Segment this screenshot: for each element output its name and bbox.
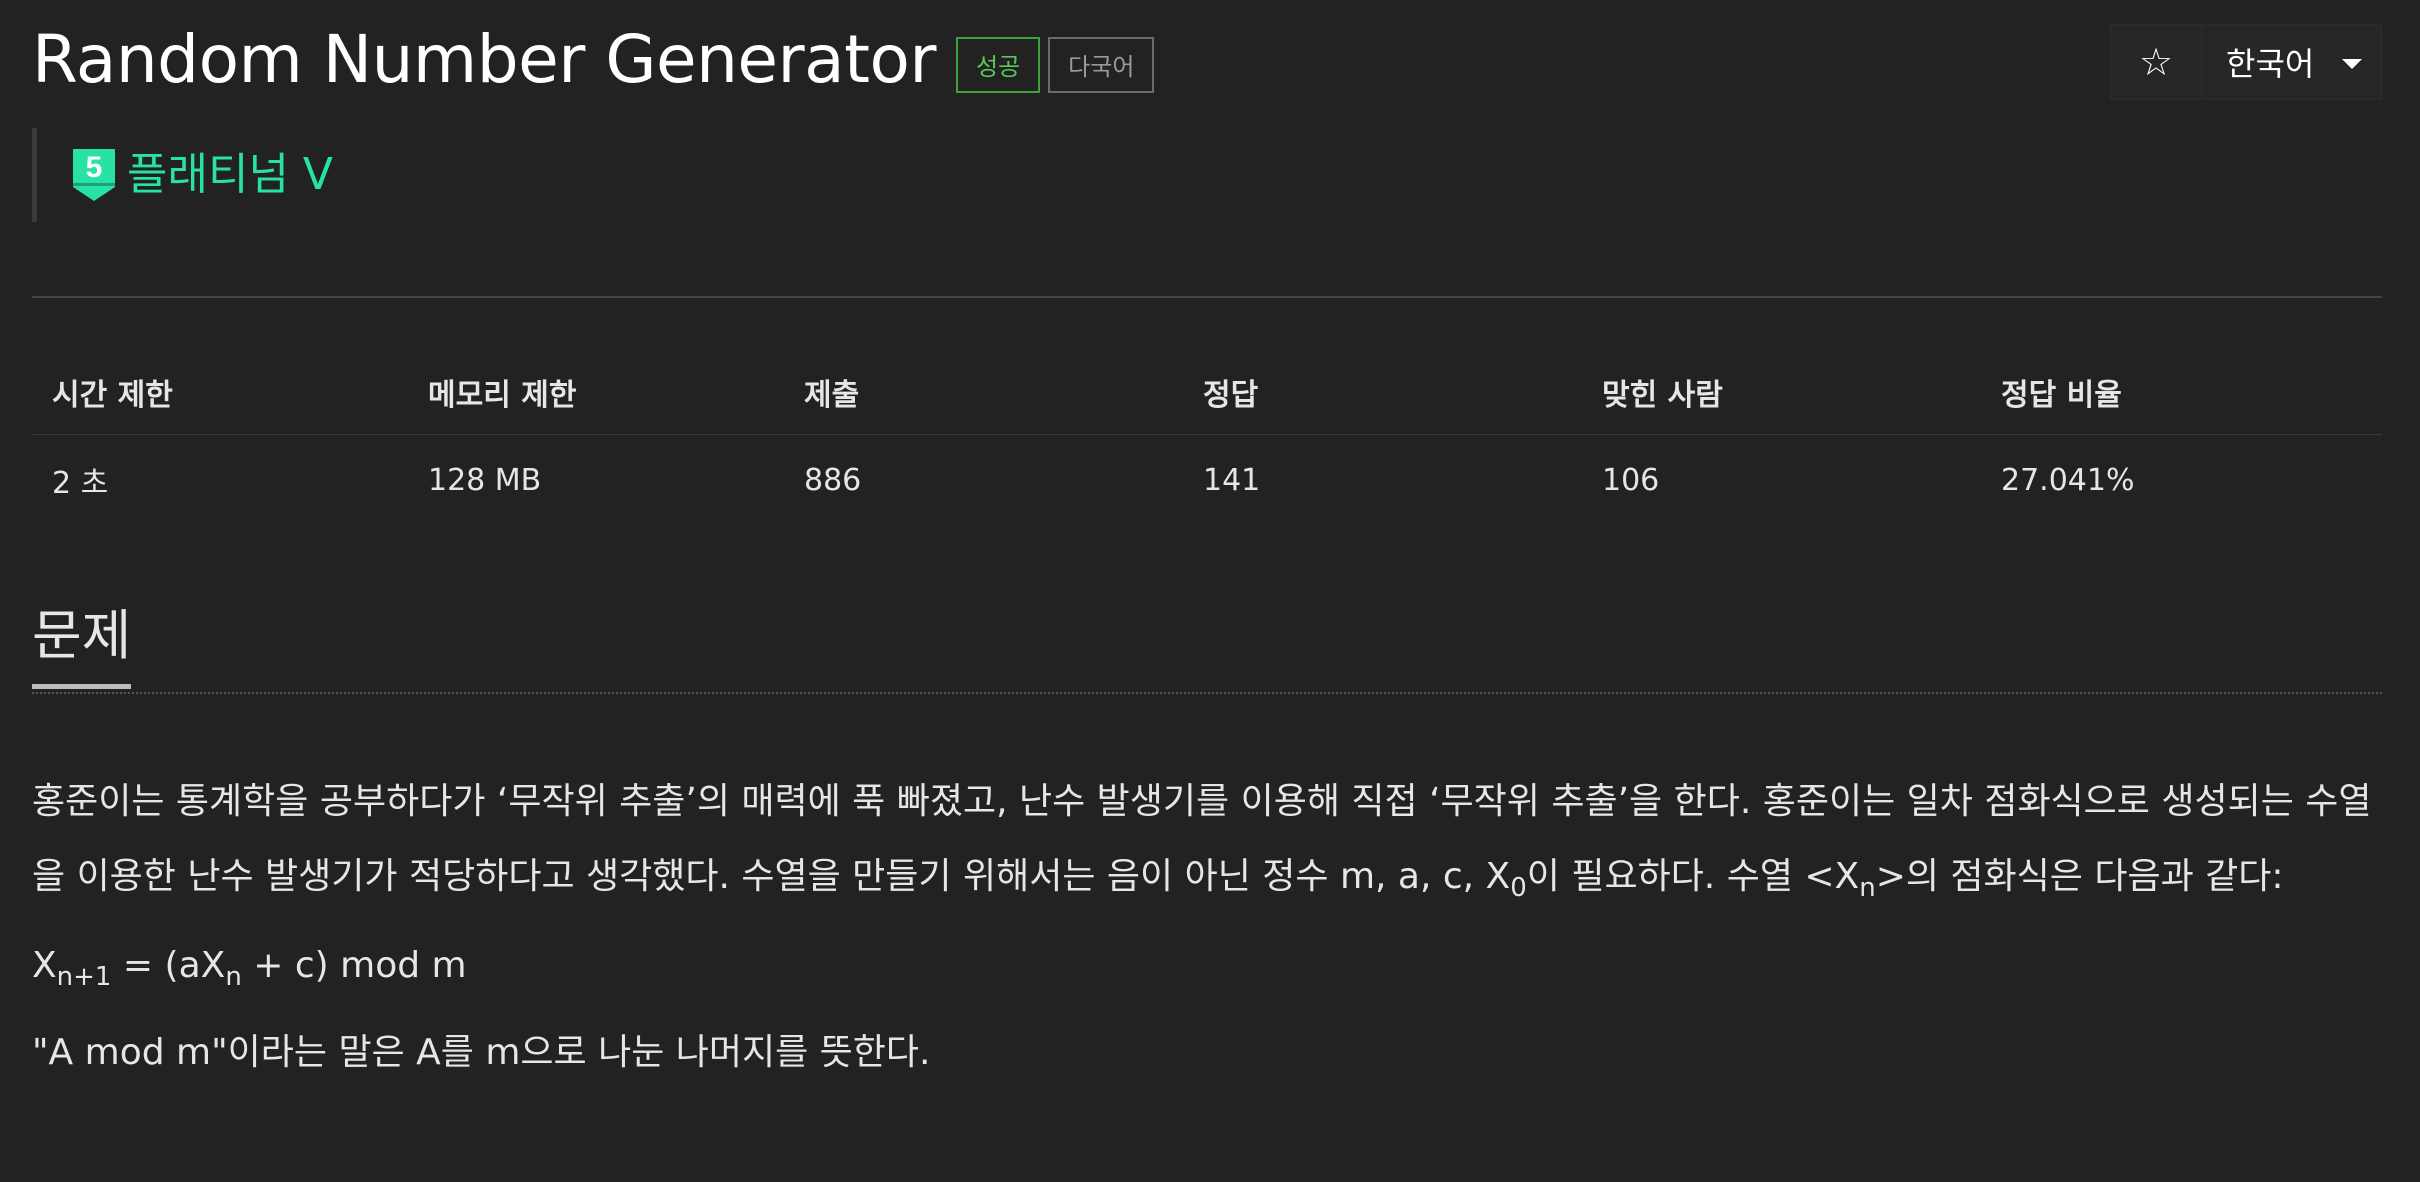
value-solvers: 106 xyxy=(1602,462,1660,498)
top-right-controls: ☆ 한국어 xyxy=(2110,24,2382,100)
tier-level: 5 xyxy=(86,151,103,184)
header-time-limit: 시간 제한 xyxy=(32,350,408,435)
tier-block: 5 플래티넘 V xyxy=(32,128,333,222)
divider xyxy=(32,296,2382,298)
table-row: 2 초 128 MB 886 141 106 27.041% xyxy=(32,435,2382,526)
header-accept-ratio: 정답 비율 xyxy=(1981,350,2382,435)
header-submissions: 제출 xyxy=(784,350,1183,435)
description-paragraph: 홍준이는 통계학을 공부하다가 ‘무작위 추출’의 매력에 푹 빠졌고, 난수 … xyxy=(32,781,2372,903)
value-submissions: 886 xyxy=(804,462,862,498)
header-memory-limit: 메모리 제한 xyxy=(408,350,784,435)
value-accept-ratio: 27.041% xyxy=(2001,462,2135,498)
value-memory-limit: 128 MB xyxy=(428,462,542,498)
tier-label: 플래티넘 V xyxy=(127,149,334,200)
section-divider xyxy=(32,692,2382,694)
problem-section-header: 문제 xyxy=(32,600,2382,696)
language-label: 한국어 xyxy=(2226,45,2315,83)
title-row: Random Number Generator 성공 다국어 xyxy=(32,16,1155,104)
favorite-button[interactable]: ☆ xyxy=(2110,24,2202,100)
problem-info-table: 시간 제한 메모리 제한 제출 정답 맞힌 사람 정답 비율 2 초 128 M… xyxy=(32,350,2382,525)
problem-title: Random Number Generator xyxy=(32,21,937,98)
header-accepted: 정답 xyxy=(1183,350,1582,435)
problem-description: 홍준이는 통계학을 공부하다가 ‘무작위 추출’의 매력에 푹 빠졌고, 난수 … xyxy=(32,764,2382,1090)
problem-page: Random Number Generator 성공 다국어 ☆ 한국어 5 플… xyxy=(0,0,2420,1182)
multilang-badge: 다국어 xyxy=(1048,37,1155,93)
caret-down-icon xyxy=(2342,59,2363,69)
recurrence-formula: Xn+1 = (aXn + c) mod m xyxy=(32,945,467,992)
value-time-limit: 2 초 xyxy=(52,466,109,501)
language-dropdown[interactable]: 한국어 xyxy=(2202,24,2382,100)
platinum-tier-icon: 5 xyxy=(73,149,115,201)
section-title: 문제 xyxy=(32,600,132,689)
value-accepted: 141 xyxy=(1203,462,1261,498)
star-icon: ☆ xyxy=(2138,40,2174,84)
success-badge: 성공 xyxy=(956,37,1041,93)
mod-definition: "A mod m"이라는 말은 A를 m으로 나눈 나머지를 뜻한다. xyxy=(32,1032,931,1073)
table-header-row: 시간 제한 메모리 제한 제출 정답 맞힌 사람 정답 비율 xyxy=(32,350,2382,435)
header-solvers: 맞힌 사람 xyxy=(1582,350,1981,435)
